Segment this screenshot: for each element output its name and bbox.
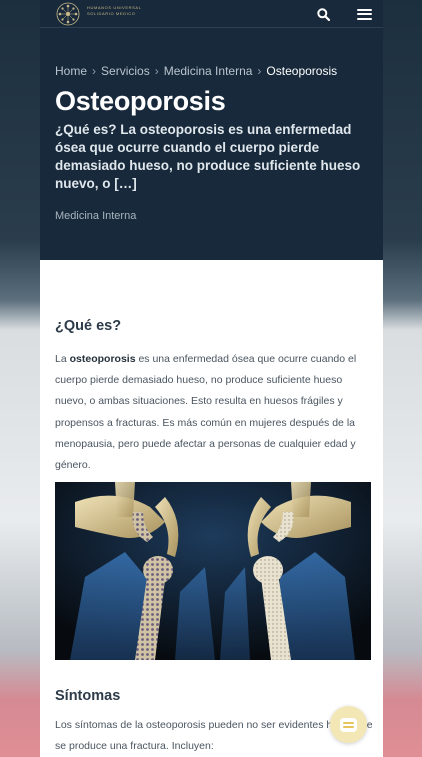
section-paragraph-que-es: La osteoporosis es una enfermedad ósea q… [55, 349, 373, 476]
breadcrumb-home[interactable]: Home [55, 64, 87, 78]
page-summary: ¿Qué es? La osteoporosis es una enfermed… [55, 122, 361, 191]
hamburger-menu-icon [356, 8, 372, 20]
logo-icon[interactable] [55, 1, 81, 27]
breadcrumb-current: Osteoporosis [266, 64, 338, 78]
top-bar: HUMANOS UNIVERSAL SOLIDARIO MEDICO [40, 0, 383, 28]
section-paragraph-sintomas: Los síntomas de la osteoporosis pueden n… [55, 719, 373, 753]
section-heading-sintomas: Síntomas [55, 688, 121, 704]
chat-bubble-icon [340, 717, 357, 732]
breadcrumb-separator: › [92, 64, 97, 78]
breadcrumb-separator: › [257, 64, 262, 78]
paragraph-text: es una enfermedad ósea que ocurre cuando… [55, 353, 357, 472]
paragraph-lead: La [55, 353, 70, 365]
breadcrumb-medicina-interna[interactable]: Medicina Interna [164, 64, 253, 78]
breadcrumb: Home › Servicios › Medicina Interna › Osteopor… [55, 64, 337, 78]
menu-button[interactable] [353, 4, 375, 24]
article-content: ¿Qué es? La osteoporosis es una enfermed… [40, 260, 383, 757]
osteoporosis-hip-illustration [55, 482, 371, 660]
search-button[interactable] [312, 4, 334, 24]
search-icon [316, 7, 330, 21]
breadcrumb-separator: › [154, 64, 159, 78]
logo-text-line2: SOLIDARIO MEDICO [87, 11, 136, 16]
page-title: Osteoporosis [55, 86, 226, 116]
logo-text[interactable]: HUMANOS UNIVERSAL SOLIDARIO MEDICO [87, 5, 141, 17]
paragraph-bold-term: osteoporosis [69, 353, 136, 365]
section-heading-que-es: ¿Qué es? [55, 318, 122, 334]
chat-button[interactable] [330, 706, 367, 743]
hero-section: HUMANOS UNIVERSAL SOLIDARIO MEDICO Home ›… [40, 0, 383, 260]
breadcrumb-servicios[interactable]: Servicios [101, 64, 150, 78]
category-link[interactable]: Medicina Interna [55, 210, 136, 222]
